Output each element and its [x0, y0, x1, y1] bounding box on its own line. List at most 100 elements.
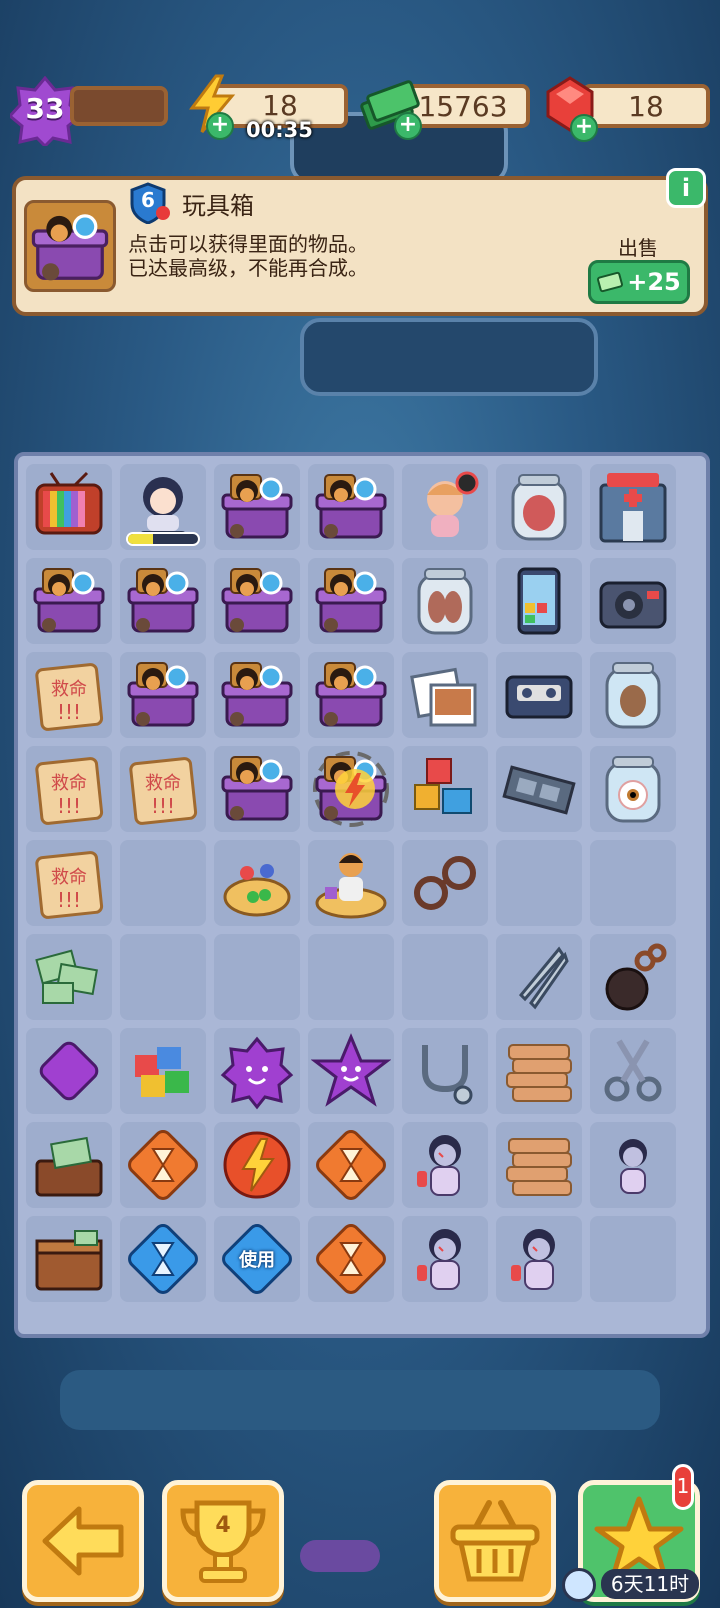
gem-value: 18: [628, 89, 664, 123]
board-cell[interactable]: [214, 840, 300, 926]
cassette-icon: [505, 675, 573, 719]
board-cell[interactable]: 使用: [214, 1216, 300, 1302]
info-button[interactable]: i: [666, 168, 706, 208]
board-cell[interactable]: [308, 1216, 394, 1302]
brain-jar-icon: [605, 662, 661, 729]
board-cell[interactable]: [402, 934, 488, 1020]
trophy-button[interactable]: 4: [162, 1480, 284, 1602]
board-cell[interactable]: [496, 1216, 582, 1302]
purple-star-gem-icon: [311, 1033, 391, 1107]
board-cell[interactable]: [402, 1028, 488, 1114]
board-cell[interactable]: [496, 1122, 582, 1208]
selected-item-thumbnail: [24, 200, 116, 292]
add-cash-button[interactable]: +: [394, 112, 422, 140]
board-cell[interactable]: [308, 934, 394, 1020]
board-cell[interactable]: [308, 558, 394, 644]
toy-box-icon: [221, 756, 293, 821]
board-cell[interactable]: [590, 1216, 676, 1302]
board-cell[interactable]: [496, 652, 582, 738]
board-cell[interactable]: [120, 464, 206, 550]
board-cell[interactable]: [214, 464, 300, 550]
board-cell[interactable]: [120, 934, 206, 1020]
cash-value: 15763: [418, 89, 508, 123]
board-cell[interactable]: [120, 1122, 206, 1208]
hourglass-orange-icon: [316, 1224, 386, 1294]
board-cell[interactable]: [402, 652, 488, 738]
board-cell[interactable]: [214, 558, 300, 644]
board-cell[interactable]: [308, 1122, 394, 1208]
board-cell[interactable]: [590, 1028, 676, 1114]
board-cell[interactable]: [496, 1028, 582, 1114]
background-pill: [300, 1540, 380, 1572]
board-cell[interactable]: [214, 652, 300, 738]
item-description-line2: 已达最高级，不能再合成。: [128, 256, 368, 280]
board-cell[interactable]: [496, 934, 582, 1020]
item-level-shield: 6: [128, 182, 170, 225]
svg-text:救命: 救命: [51, 867, 87, 888]
help-note-icon: 救命!!!: [129, 757, 198, 825]
board-cell[interactable]: [214, 934, 300, 1020]
board-cell[interactable]: [308, 1028, 394, 1114]
board-cell[interactable]: [496, 464, 582, 550]
add-energy-button[interactable]: +: [206, 112, 234, 140]
background-pipe: [60, 1370, 660, 1430]
board-cell[interactable]: [26, 464, 112, 550]
board-cell[interactable]: [590, 1122, 676, 1208]
board-cell[interactable]: 救命!!!: [26, 652, 112, 738]
board-cell[interactable]: [120, 1028, 206, 1114]
board-cell[interactable]: [120, 840, 206, 926]
board-cell[interactable]: [308, 652, 394, 738]
board-cell[interactable]: [496, 558, 582, 644]
board-cell[interactable]: [308, 840, 394, 926]
board-cell[interactable]: [214, 1122, 300, 1208]
board-cell[interactable]: [402, 840, 488, 926]
svg-text:!!!: !!!: [57, 888, 81, 912]
board-cell[interactable]: [120, 1216, 206, 1302]
xp-bar: [70, 86, 168, 126]
board-cell[interactable]: [496, 840, 582, 926]
board-cell[interactable]: [590, 746, 676, 832]
board-cell[interactable]: [26, 934, 112, 1020]
bandage-stack-icon: [506, 1044, 572, 1102]
back-button[interactable]: [22, 1480, 144, 1602]
board-cell[interactable]: [308, 746, 394, 832]
sell-label: 出售: [618, 236, 658, 260]
board-cell[interactable]: [402, 746, 488, 832]
board-cell[interactable]: 救命!!!: [26, 746, 112, 832]
notification-badge: 1: [672, 1464, 694, 1510]
board-cell[interactable]: [496, 746, 582, 832]
energy-value: 18: [262, 88, 298, 122]
toy-box-icon: [31, 214, 109, 281]
board-cell[interactable]: [402, 1122, 488, 1208]
board-cell[interactable]: [590, 464, 676, 550]
kid-on-mat-icon: [315, 853, 387, 919]
puzzle-pieces-icon: [135, 1047, 189, 1097]
board-cell[interactable]: [590, 840, 676, 926]
board-cell[interactable]: [120, 558, 206, 644]
board-cell[interactable]: [590, 652, 676, 738]
shop-basket-button[interactable]: [434, 1480, 556, 1602]
help-note-icon: 救命!!!: [35, 663, 104, 731]
board-cell[interactable]: [26, 1216, 112, 1302]
board-cell[interactable]: [214, 1028, 300, 1114]
smartphone-icon: [517, 567, 561, 635]
board-cell[interactable]: [120, 652, 206, 738]
board-cell[interactable]: [402, 464, 488, 550]
board-cell[interactable]: [308, 464, 394, 550]
radio-icon: [599, 581, 667, 629]
sell-button[interactable]: +25: [588, 260, 690, 304]
add-gems-button[interactable]: +: [570, 114, 598, 142]
heart-jar-icon: [511, 474, 567, 541]
board-cell[interactable]: [590, 934, 676, 1020]
board-cell[interactable]: [214, 746, 300, 832]
board-cell[interactable]: [402, 1216, 488, 1302]
board-cell[interactable]: [26, 1122, 112, 1208]
board-cell[interactable]: [590, 558, 676, 644]
board-cell[interactable]: [26, 558, 112, 644]
board-cell[interactable]: [26, 1028, 112, 1114]
board-cell[interactable]: 救命!!!: [26, 840, 112, 926]
svg-text:!!!: !!!: [151, 794, 175, 818]
cash-drawer-icon: [35, 1136, 103, 1197]
board-cell[interactable]: 救命!!!: [120, 746, 206, 832]
board-cell[interactable]: [402, 558, 488, 644]
